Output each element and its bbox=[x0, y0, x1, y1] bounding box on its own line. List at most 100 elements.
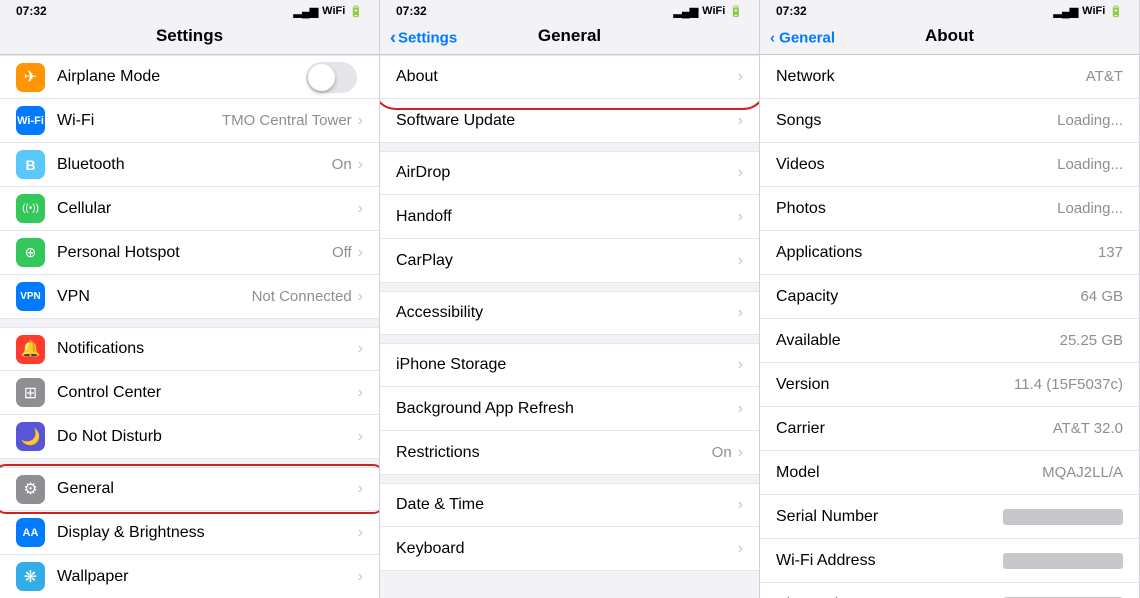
general-list[interactable]: About › Software Update › AirDrop › Hand… bbox=[380, 55, 759, 598]
row-backgroundapp[interactable]: Background App Refresh › bbox=[380, 387, 759, 431]
songs-value: Loading... bbox=[1057, 112, 1123, 129]
status-icons-3: ▂▄▆ WiFi 🔋 bbox=[1053, 5, 1123, 18]
row-notifications[interactable]: 🔔 Notifications › bbox=[0, 327, 379, 371]
datetime-chevron: › bbox=[738, 496, 743, 514]
vpn-value: Not Connected bbox=[252, 288, 352, 305]
keyboard-chevron: › bbox=[738, 540, 743, 558]
about-row-network: NetworkAT&T bbox=[760, 55, 1139, 99]
applications-value: 137 bbox=[1098, 244, 1123, 261]
settings-panel: 07:32 ▂▄▆ WiFi 🔋 Settings ✈ Airplane Mod… bbox=[0, 0, 380, 598]
donotdisturb-label: Do Not Disturb bbox=[57, 428, 358, 446]
handoff-label: Handoff bbox=[396, 208, 738, 226]
panel-about: 07:32 ▂▄▆ WiFi 🔋 ‹ General About Network… bbox=[760, 0, 1140, 598]
donotdisturb-chevron: › bbox=[358, 428, 363, 446]
videos-label: Videos bbox=[776, 156, 825, 174]
carplay-label: CarPlay bbox=[396, 252, 738, 270]
datetime-label: Date & Time bbox=[396, 496, 738, 514]
iphonestorage-label: iPhone Storage bbox=[396, 356, 738, 374]
row-hotspot[interactable]: ⊕ Personal Hotspot Off › bbox=[0, 231, 379, 275]
row-wallpaper[interactable]: ❋ Wallpaper › bbox=[0, 555, 379, 598]
back-chevron-2: ‹ bbox=[390, 28, 396, 49]
display-icon: AA bbox=[16, 518, 45, 547]
row-controlcenter[interactable]: ⊞ Control Center › bbox=[0, 371, 379, 415]
bluetooth-value: On bbox=[332, 156, 352, 173]
serialnumber-label: Serial Number bbox=[776, 508, 878, 526]
vpn-chevron: › bbox=[358, 288, 363, 306]
row-softwareupdate[interactable]: Software Update › bbox=[380, 99, 759, 143]
row-cellular[interactable]: ((•)) Cellular › bbox=[0, 187, 379, 231]
row-vpn[interactable]: VPN VPN Not Connected › bbox=[0, 275, 379, 319]
group-system: 🔔 Notifications › ⊞ Control Center › 🌙 D… bbox=[0, 327, 379, 459]
general-title: General bbox=[538, 26, 601, 45]
panel-settings: 07:32 ▂▄▆ WiFi 🔋 Settings ✈ Airplane Mod… bbox=[0, 0, 380, 598]
battery-icon-1: 🔋 bbox=[349, 5, 363, 18]
capacity-value: 64 GB bbox=[1080, 288, 1123, 305]
hotspot-label: Personal Hotspot bbox=[57, 244, 332, 262]
row-iphonestorage[interactable]: iPhone Storage › bbox=[380, 343, 759, 387]
about-title: About bbox=[925, 26, 974, 45]
general-label: General bbox=[57, 480, 358, 498]
group-about: About › Software Update › bbox=[380, 55, 759, 143]
backgroundapp-chevron: › bbox=[738, 400, 743, 418]
softwareupdate-chevron: › bbox=[738, 112, 743, 130]
back-label-3: General bbox=[779, 30, 835, 47]
row-carplay[interactable]: CarPlay › bbox=[380, 239, 759, 283]
cellular-label: Cellular bbox=[57, 200, 358, 218]
about-list: NetworkAT&TSongsLoading...VideosLoading.… bbox=[760, 55, 1139, 598]
bluetooth-label: Bluetooth bbox=[57, 156, 332, 174]
airplane-toggle[interactable] bbox=[306, 62, 357, 93]
row-donotdisturb[interactable]: 🌙 Do Not Disturb › bbox=[0, 415, 379, 459]
accessibility-label: Accessibility bbox=[396, 304, 738, 322]
settings-list[interactable]: ✈ Airplane Mode Wi-Fi Wi-Fi TMO Central … bbox=[0, 55, 379, 598]
row-handoff[interactable]: Handoff › bbox=[380, 195, 759, 239]
about-row-capacity: Capacity64 GB bbox=[760, 275, 1139, 319]
hotspot-icon: ⊕ bbox=[16, 238, 45, 267]
back-to-settings[interactable]: ‹ Settings bbox=[390, 28, 457, 49]
bluetooth-icon: B bbox=[16, 150, 45, 179]
restrictions-value: On bbox=[712, 444, 732, 461]
photos-label: Photos bbox=[776, 200, 826, 218]
cellular-chevron: › bbox=[358, 200, 363, 218]
row-restrictions[interactable]: Restrictions On › bbox=[380, 431, 759, 475]
row-general[interactable]: ⚙ General › bbox=[0, 467, 379, 511]
wifiaddress-value bbox=[1003, 553, 1123, 569]
wifi-chevron: › bbox=[358, 112, 363, 130]
backgroundapp-label: Background App Refresh bbox=[396, 400, 738, 418]
wifi-icon-2: WiFi bbox=[702, 5, 725, 17]
available-label: Available bbox=[776, 332, 841, 350]
about-row-serialnumber: Serial Number bbox=[760, 495, 1139, 539]
wallpaper-icon: ❋ bbox=[16, 562, 45, 591]
notifications-icon: 🔔 bbox=[16, 335, 45, 364]
back-chevron-3: ‹ bbox=[770, 30, 775, 47]
back-to-general[interactable]: ‹ General bbox=[770, 30, 835, 47]
row-airplane[interactable]: ✈ Airplane Mode bbox=[0, 55, 379, 99]
group-storage: iPhone Storage › Background App Refresh … bbox=[380, 343, 759, 475]
wifi-label: Wi-Fi bbox=[57, 112, 222, 130]
cellular-icon: ((•)) bbox=[16, 194, 45, 223]
row-display[interactable]: AA Display & Brightness › bbox=[0, 511, 379, 555]
group-general: ⚙ General › AA Display & Brightness › ❋ … bbox=[0, 467, 379, 598]
row-datetime[interactable]: Date & Time › bbox=[380, 483, 759, 527]
wifi-icon: Wi-Fi bbox=[16, 106, 45, 135]
nav-bar-about: ‹ General About bbox=[760, 22, 1139, 55]
panel-general: 07:32 ▂▄▆ WiFi 🔋 ‹ Settings General Abou… bbox=[380, 0, 760, 598]
row-keyboard[interactable]: Keyboard › bbox=[380, 527, 759, 571]
restrictions-label: Restrictions bbox=[396, 444, 712, 462]
signal-icon-3: ▂▄▆ bbox=[1053, 5, 1078, 18]
model-label: Model bbox=[776, 464, 820, 482]
row-airdrop[interactable]: AirDrop › bbox=[380, 151, 759, 195]
vpn-icon: VPN bbox=[16, 282, 45, 311]
restrictions-chevron: › bbox=[738, 444, 743, 462]
time-1: 07:32 bbox=[16, 4, 47, 18]
row-bluetooth[interactable]: B Bluetooth On › bbox=[0, 143, 379, 187]
wifi-icon-1: WiFi bbox=[322, 5, 345, 17]
notifications-chevron: › bbox=[358, 340, 363, 358]
wifi-icon-3: WiFi bbox=[1082, 5, 1105, 17]
photos-value: Loading... bbox=[1057, 200, 1123, 217]
row-wifi[interactable]: Wi-Fi Wi-Fi TMO Central Tower › bbox=[0, 99, 379, 143]
notifications-label: Notifications bbox=[57, 340, 358, 358]
row-accessibility[interactable]: Accessibility › bbox=[380, 291, 759, 335]
row-about[interactable]: About › bbox=[380, 55, 759, 99]
status-bar-1: 07:32 ▂▄▆ WiFi 🔋 bbox=[0, 0, 379, 22]
group-datetime: Date & Time › Keyboard › bbox=[380, 483, 759, 571]
